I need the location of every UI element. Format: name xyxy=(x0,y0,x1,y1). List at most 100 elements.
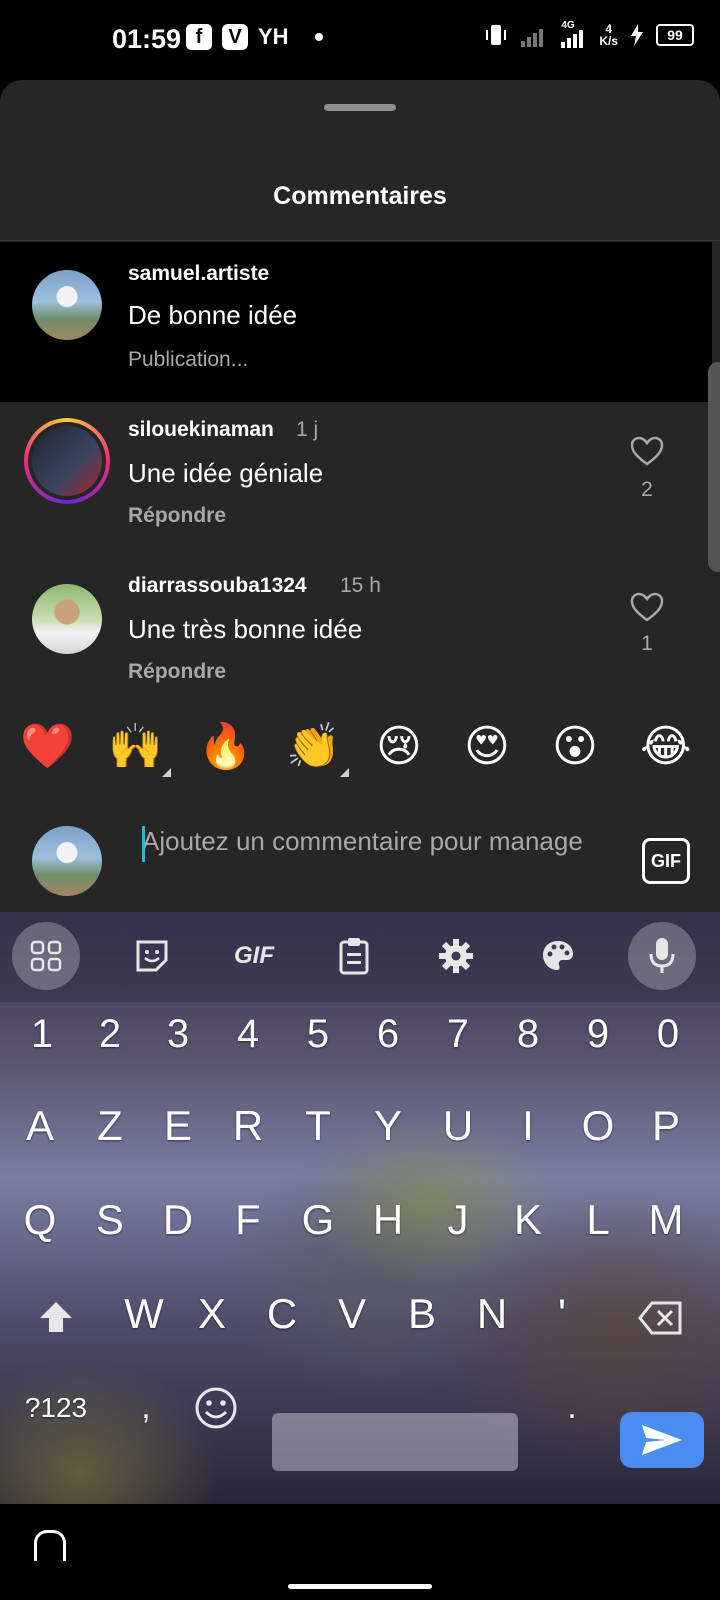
charging-icon xyxy=(631,24,643,46)
backspace-icon xyxy=(638,1301,682,1335)
key-period[interactable]: . xyxy=(544,1388,600,1427)
key-d[interactable]: D xyxy=(148,1196,208,1244)
key-x[interactable]: X xyxy=(182,1290,242,1338)
comment-username[interactable]: diarrassouba1324 xyxy=(128,574,307,598)
key-6[interactable]: 6 xyxy=(358,1012,418,1057)
key-comma[interactable]: , xyxy=(118,1388,174,1427)
key-9[interactable]: 9 xyxy=(568,1012,628,1057)
key-s[interactable]: S xyxy=(80,1196,140,1244)
more-notifications-dot xyxy=(314,33,323,41)
reaction-clap[interactable]: 👏 xyxy=(286,722,341,772)
key-a[interactable]: A xyxy=(10,1102,70,1150)
gif-button[interactable]: GIF xyxy=(642,838,690,884)
key-j[interactable]: J xyxy=(428,1196,488,1244)
caption-username[interactable]: samuel.artiste xyxy=(128,262,269,286)
avatar xyxy=(32,426,102,496)
signal-icon xyxy=(521,29,544,47)
heart-icon[interactable] xyxy=(630,592,664,622)
send-key[interactable] xyxy=(620,1412,704,1468)
key-w[interactable]: W xyxy=(114,1290,174,1338)
sticker-icon[interactable] xyxy=(124,928,180,984)
space-bar[interactable] xyxy=(272,1413,518,1471)
key-o[interactable]: O xyxy=(568,1102,628,1150)
key-h[interactable]: H xyxy=(358,1196,418,1244)
comment-input[interactable]: Ajoutez un commentaire pour manage xyxy=(142,826,612,870)
avatar[interactable] xyxy=(32,270,102,340)
skin-tone-indicator xyxy=(340,768,349,777)
caption-meta: Publication... xyxy=(128,348,249,371)
backspace-key[interactable] xyxy=(638,1300,684,1336)
shift-key[interactable] xyxy=(36,1298,76,1338)
key-v[interactable]: V xyxy=(322,1290,382,1338)
key-4[interactable]: 4 xyxy=(218,1012,278,1057)
key-l[interactable]: L xyxy=(568,1196,628,1244)
key-y[interactable]: Y xyxy=(358,1102,418,1150)
status-time: 01:59 xyxy=(112,24,182,54)
gif-icon[interactable]: GIF xyxy=(226,928,282,984)
scrollbar[interactable] xyxy=(708,362,720,572)
key-5[interactable]: 5 xyxy=(288,1012,348,1057)
comment-text: Une très bonne idée xyxy=(128,614,363,644)
header-divider xyxy=(0,240,720,241)
key-2[interactable]: 2 xyxy=(80,1012,140,1057)
network-speed: 4 K/s xyxy=(599,22,618,48)
settings-gear-icon[interactable] xyxy=(428,928,484,984)
clipboard-icon[interactable] xyxy=(326,928,382,984)
comment-text: Une idée géniale xyxy=(128,458,324,488)
reaction-surprised[interactable]: 😮 xyxy=(552,722,598,772)
apps-grid-icon[interactable] xyxy=(12,922,80,990)
vibrate-icon xyxy=(486,25,507,45)
emoji-key[interactable] xyxy=(194,1386,238,1430)
story-ring[interactable] xyxy=(24,418,110,504)
home-gesture-bar[interactable] xyxy=(288,1584,432,1589)
key-i[interactable]: I xyxy=(498,1102,558,1150)
status-bar: 01:59 f V YH 4G 4 K/s 99 xyxy=(0,0,720,80)
reply-button[interactable]: Répondre xyxy=(128,504,226,528)
send-icon xyxy=(642,1425,682,1455)
heart-icon[interactable] xyxy=(630,436,664,466)
key-c[interactable]: C xyxy=(252,1290,312,1338)
key-z[interactable]: Z xyxy=(80,1102,140,1150)
comment-username[interactable]: silouekinaman xyxy=(128,418,274,442)
reaction-laughing[interactable]: 😂 xyxy=(640,722,691,772)
smiley-icon xyxy=(195,1387,237,1429)
microphone-icon[interactable] xyxy=(628,922,696,990)
key-b[interactable]: B xyxy=(392,1290,452,1338)
reply-button[interactable]: Répondre xyxy=(128,660,226,684)
key-apostrophe[interactable]: ' xyxy=(532,1290,592,1338)
palette-icon[interactable] xyxy=(530,928,586,984)
reaction-raised-hands[interactable]: 🙌 xyxy=(108,722,163,772)
key-p[interactable]: P xyxy=(636,1102,696,1150)
key-q[interactable]: Q xyxy=(10,1196,70,1244)
drag-handle[interactable] xyxy=(324,104,396,111)
reaction-heart[interactable]: ❤️ xyxy=(20,722,75,772)
symbols-key[interactable]: ?123 xyxy=(16,1392,96,1424)
key-k[interactable]: K xyxy=(498,1196,558,1244)
key-e[interactable]: E xyxy=(148,1102,208,1150)
comment-item: diarrassouba1324 15 h Une très bonne idé… xyxy=(0,560,712,718)
sheet-title: Commentaires xyxy=(273,182,447,210)
key-n[interactable]: N xyxy=(462,1290,522,1338)
reaction-crying[interactable]: 😢 xyxy=(376,722,422,772)
key-g[interactable]: G xyxy=(288,1196,348,1244)
vidmate-icon: V xyxy=(222,24,248,50)
key-1[interactable]: 1 xyxy=(12,1012,72,1057)
key-r[interactable]: R xyxy=(218,1102,278,1150)
keyboard-switch-icon[interactable] xyxy=(34,1530,66,1561)
status-system-icons: 4G 4 K/s 99 xyxy=(483,20,694,48)
key-0[interactable]: 0 xyxy=(638,1012,698,1057)
key-7[interactable]: 7 xyxy=(428,1012,488,1057)
key-u[interactable]: U xyxy=(428,1102,488,1150)
battery-icon: 99 xyxy=(656,24,694,46)
reaction-heart-eyes[interactable]: 😍 xyxy=(464,722,510,772)
key-8[interactable]: 8 xyxy=(498,1012,558,1057)
comment-item: silouekinaman 1 j Une idée géniale Répon… xyxy=(0,402,712,560)
key-3[interactable]: 3 xyxy=(148,1012,208,1057)
reaction-fire[interactable]: 🔥 xyxy=(198,722,253,772)
like-count: 1 xyxy=(641,632,653,655)
post-caption: samuel.artiste De bonne idée Publication… xyxy=(0,242,712,402)
key-m[interactable]: M xyxy=(636,1196,696,1244)
avatar[interactable] xyxy=(32,584,102,654)
key-t[interactable]: T xyxy=(288,1102,348,1150)
key-f[interactable]: F xyxy=(218,1196,278,1244)
